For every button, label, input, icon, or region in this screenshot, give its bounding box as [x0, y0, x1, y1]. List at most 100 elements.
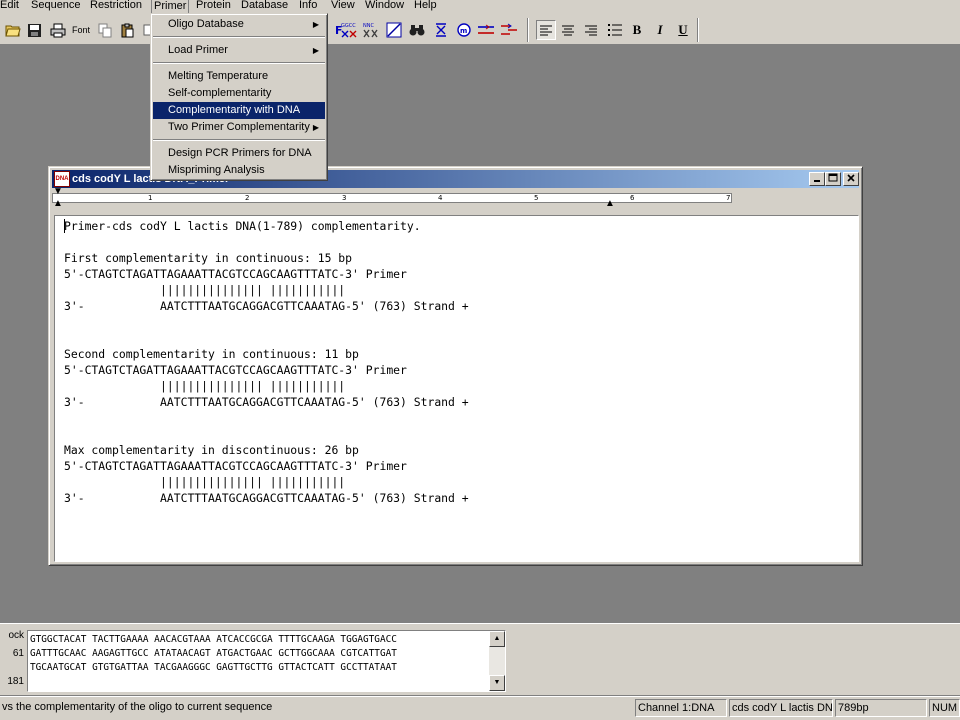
toolbar: Font F GGCC NNC m B I U — [0, 13, 960, 45]
ruler-number: 6 — [630, 194, 635, 202]
menu-protein[interactable]: Protein — [196, 0, 231, 13]
section-title: Max complementarity in discontinuous: 26… — [64, 443, 359, 457]
submenu-arrow-icon: ▶ — [312, 123, 319, 132]
result-heading: Primer-cds codY L lactis DNA(1-789) comp… — [64, 219, 421, 233]
ruler[interactable]: 1 2 3 4 5 6 7 ▼ ▲ ▲ — [52, 187, 859, 213]
primer-line: 5'-CTAGTCTAGATTAGAAATTACGTCCAGCAAGTTTATC… — [64, 267, 407, 281]
target-line: 3'- AATCTTTAATGCAGGACGTTCAAATAG-5' (763)… — [64, 491, 469, 505]
sequence-line: GATTTGCAAC AAGAGTTGCC ATATAACAGT ATGACTG… — [30, 648, 397, 659]
ruler-track[interactable]: 1 2 3 4 5 6 7 — [52, 193, 732, 203]
target-line: 3'- AATCTTTAATGCAGGACGTTCAAATAG-5' (763)… — [64, 299, 469, 313]
font-button[interactable]: Font — [69, 20, 93, 40]
svg-text:NNC: NNC — [363, 23, 374, 29]
circular-map-icon[interactable]: m — [454, 20, 474, 40]
section-title: Second complementarity in continuous: 11… — [64, 347, 359, 361]
menu-bar: Edit Sequence Restriction Primer Protein… — [0, 0, 960, 13]
menu-separator — [153, 36, 325, 38]
right-indent-marker-icon[interactable]: ▲ — [605, 199, 615, 209]
match-line: ||||||||||||||| ||||||||||| — [64, 379, 346, 393]
menu-sequence[interactable]: Sequence — [31, 0, 81, 13]
underline-button[interactable]: U — [673, 20, 693, 40]
document-icon[interactable]: DNA — [54, 171, 70, 187]
bullet-list-icon[interactable] — [605, 20, 625, 40]
submenu-arrow-icon: ▶ — [312, 20, 319, 29]
section-title: First complementarity in continuous: 15 … — [64, 251, 353, 265]
ruler-number: 3 — [342, 194, 347, 202]
primer-line: 5'-CTAGTCTAGATTAGAAATTACGTCCAGCAAGTTTATC… — [64, 363, 407, 377]
svg-text:m: m — [460, 27, 467, 35]
italic-button[interactable]: I — [650, 20, 670, 40]
target-line: 3'- AATCTTTAATGCAGGACGTTCAAATAG-5' (763)… — [64, 395, 469, 409]
sequence-gutter: ock 61 181 — [0, 628, 24, 692]
translate-icon[interactable] — [431, 20, 451, 40]
status-sequence-name: cds codY L lactis DNA — [729, 699, 833, 717]
ruler-number: 4 — [438, 194, 443, 202]
result-window: DNA cds codY L lactis DNA_Primer 1 2 3 4… — [48, 166, 863, 566]
align-strands-icon[interactable] — [476, 20, 496, 40]
menu-item-complementarity-with-dna[interactable]: Complementarity with DNA — [153, 102, 325, 119]
scroll-down-icon[interactable]: ▼ — [489, 675, 505, 691]
sequence-text: GTGGCTACAT TACTTGAAAA AACACGTAAA ATCACCG… — [30, 633, 397, 675]
sequence-line: GTGGCTACAT TACTTGAAAA AACACGTAAA ATCACCG… — [30, 634, 397, 645]
menu-view[interactable]: View — [331, 0, 355, 13]
primer-menu-dropdown: Oligo Database ▶ Load Primer ▶ Melting Tem… — [150, 13, 328, 181]
ruler-number: 7 — [726, 194, 731, 202]
status-channel: Channel 1:DNA — [635, 699, 727, 717]
menu-item-mispriming-analysis[interactable]: Mispriming Analysis — [153, 162, 325, 179]
digest-map-icon[interactable]: NNC — [361, 20, 381, 40]
align-right-icon[interactable] — [581, 20, 601, 40]
menu-item-melting-temperature[interactable]: Melting Temperature — [153, 68, 325, 85]
ruler-number: 1 — [148, 194, 153, 202]
menu-database[interactable]: Database — [241, 0, 288, 13]
primer-line: 5'-CTAGTCTAGATTAGAAATTACGTCCAGCAAGTTTATC… — [64, 459, 407, 473]
first-indent-marker-icon[interactable]: ▼ — [53, 187, 63, 197]
open-folder-icon[interactable] — [3, 20, 23, 40]
menu-window[interactable]: Window — [365, 0, 404, 13]
gutter-position: 61 — [12, 648, 24, 659]
primer-pair-icon[interactable] — [499, 20, 519, 40]
menu-item-self-complementarity[interactable]: Self-complementarity — [153, 85, 325, 102]
menu-item-load-primer[interactable]: Load Primer ▶ — [153, 42, 325, 59]
maximize-button[interactable] — [825, 172, 841, 186]
plot-icon[interactable] — [384, 20, 404, 40]
submenu-arrow-icon: ▶ — [312, 46, 319, 55]
restriction-sites-icon[interactable]: GGCC — [339, 20, 359, 40]
ruler-number: 2 — [245, 194, 250, 202]
match-line: ||||||||||||||| ||||||||||| — [64, 475, 346, 489]
minimize-button[interactable] — [809, 172, 825, 186]
menu-primer[interactable]: Primer — [151, 0, 190, 13]
print-icon[interactable] — [48, 20, 68, 40]
sequence-view[interactable]: GTGGCTACAT TACTTGAAAA AACACGTAAA ATCACCG… — [27, 630, 506, 692]
close-button[interactable] — [843, 172, 859, 186]
copy-icon[interactable] — [95, 20, 115, 40]
menu-info[interactable]: Info — [299, 0, 317, 13]
bold-button[interactable]: B — [627, 20, 647, 40]
menu-restriction[interactable]: Restriction — [90, 0, 142, 13]
align-left-icon[interactable] — [536, 20, 556, 40]
result-text-editor[interactable]: Primer-cds codY L lactis DNA(1-789) comp… — [54, 215, 859, 562]
status-message: vs the complementarity of the oligo to c… — [2, 701, 273, 713]
sequence-scrollbar[interactable]: ▲ ▼ — [489, 631, 505, 691]
menu-item-design-pcr-primers[interactable]: Design PCR Primers for DNA — [153, 145, 325, 162]
sequence-line: TGCAATGCAT GTGTGATTAA TACGAAGGGC GAGTTGC… — [30, 662, 397, 673]
gutter-label: ock — [8, 630, 24, 641]
match-line: ||||||||||||||| ||||||||||| — [64, 283, 346, 297]
status-bar: vs the complementarity of the oligo to c… — [0, 696, 960, 720]
toolbar-separator-end — [697, 18, 699, 42]
menu-item-oligo-database[interactable]: Oligo Database ▶ — [153, 16, 325, 33]
menu-help[interactable]: Help — [414, 0, 437, 13]
paste-icon[interactable] — [117, 20, 137, 40]
find-binoculars-icon[interactable] — [407, 20, 427, 40]
toolbar-separator — [527, 18, 529, 42]
menu-item-two-primer-complementarity[interactable]: Two Primer Complementarity ▶ — [153, 119, 325, 136]
align-center-icon[interactable] — [558, 20, 578, 40]
left-indent-marker-icon[interactable]: ▲ — [53, 199, 63, 209]
menu-edit[interactable]: Edit — [0, 0, 19, 13]
gutter-position: 181 — [7, 676, 24, 687]
menu-separator — [153, 62, 325, 64]
status-length: 789bp — [835, 699, 927, 717]
save-disk-icon[interactable] — [24, 20, 44, 40]
result-text: Primer-cds codY L lactis DNA(1-789) comp… — [64, 218, 469, 506]
scroll-up-icon[interactable]: ▲ — [489, 631, 505, 647]
status-num-lock: NUM — [929, 699, 960, 717]
